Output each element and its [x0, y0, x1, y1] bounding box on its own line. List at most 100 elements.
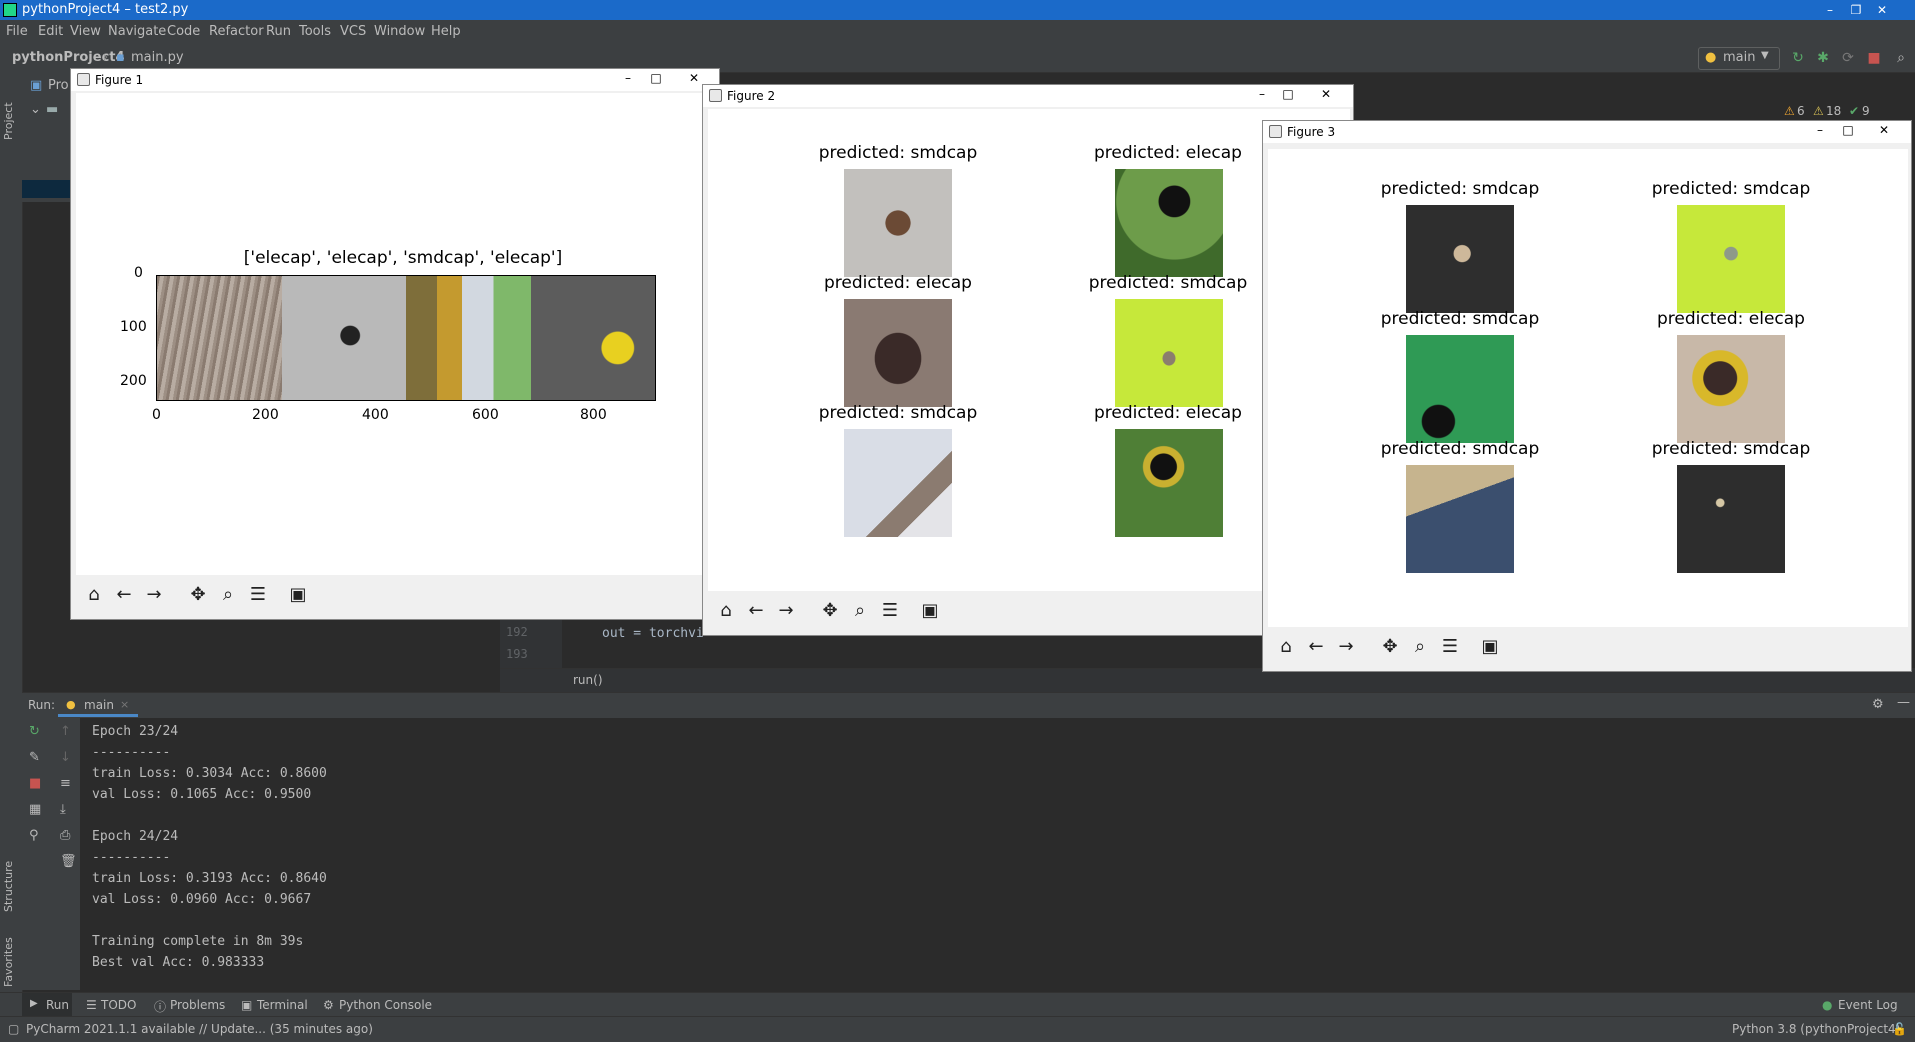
warning-count: 6 [1797, 104, 1805, 118]
stop-icon[interactable]: ■ [1866, 50, 1882, 66]
close-icon[interactable]: ✕ [1869, 0, 1895, 20]
figure-3-titlebar[interactable]: Figure 3 – □ ✕ [1263, 121, 1911, 143]
hide-icon[interactable]: — [1897, 695, 1910, 710]
figure-1-canvas[interactable]: ['elecap', 'elecap', 'smdcap', 'elecap']… [76, 93, 716, 575]
layout-icon[interactable]: ▦ [29, 802, 41, 817]
gear-icon[interactable]: ⚙ [1872, 697, 1884, 712]
menu-view[interactable]: View [70, 24, 101, 39]
scroll-to-end-icon[interactable]: ⤓ [60, 802, 66, 817]
maximize-icon[interactable]: □ [1837, 123, 1859, 141]
menu-vcs[interactable]: VCS [340, 24, 366, 39]
chevron-down-icon[interactable]: ⌄ [30, 102, 41, 117]
pan-icon[interactable]: ✥ [1378, 635, 1402, 659]
back-icon[interactable]: ← [1304, 635, 1328, 659]
figure-1-titlebar[interactable]: Figure 1 – □ ✕ [71, 69, 719, 91]
menu-tools[interactable]: Tools [299, 24, 331, 39]
configure-subplots-icon[interactable]: ☰ [878, 599, 902, 623]
close-icon[interactable]: ✕ [1315, 87, 1337, 105]
forward-icon[interactable]: → [142, 583, 166, 607]
rerun-icon[interactable]: ↻ [29, 724, 40, 739]
code-line[interactable]: out = torchvi [602, 626, 704, 641]
window-title: pythonProject4 – test2.py [22, 2, 189, 17]
status-layout-icon[interactable]: ▢ [8, 1022, 19, 1036]
rerun-icon[interactable]: ↻ [1790, 50, 1806, 66]
console-output[interactable]: Epoch 23/24 ---------- train Loss: 0.303… [80, 718, 1915, 990]
search-icon[interactable]: ⌕ [1893, 50, 1909, 66]
figure-2-toolbar: ⌂ ← → ✥ ⌕ ☰ ▣ [708, 591, 1350, 631]
check-icon[interactable]: ✔ [1849, 104, 1859, 118]
arrow-down-icon[interactable]: ↓ [60, 750, 71, 765]
chevron-down-icon: ▼ [1761, 50, 1769, 61]
project-panel-title[interactable]: Pro [48, 78, 69, 93]
tab-todo[interactable]: TODO [101, 998, 136, 1012]
print-icon[interactable]: ⎙ [60, 828, 70, 843]
zoom-icon[interactable]: ⌕ [216, 583, 240, 607]
arrow-up-icon[interactable]: ↑ [60, 724, 71, 739]
maximize-icon[interactable]: □ [645, 71, 667, 89]
figure-2-canvas[interactable]: predicted: smdcap predicted: elecap pred… [708, 109, 1350, 591]
minimize-icon[interactable]: – [1817, 0, 1843, 20]
close-icon[interactable]: × [120, 698, 129, 711]
save-icon[interactable]: ▣ [1478, 635, 1502, 659]
configure-subplots-icon[interactable]: ☰ [246, 583, 270, 607]
soft-wrap-icon[interactable]: ≡ [60, 776, 71, 791]
back-icon[interactable]: ← [744, 599, 768, 623]
menu-refactor[interactable]: Refactor [209, 24, 264, 39]
minimize-icon[interactable]: – [617, 71, 639, 89]
restore-icon[interactable]: ❐ [1843, 0, 1869, 20]
tab-event-log[interactable]: Event Log [1838, 998, 1898, 1012]
save-icon[interactable]: ▣ [286, 583, 310, 607]
minimize-icon[interactable]: – [1809, 123, 1831, 141]
project-tool-tab[interactable]: Project [2, 80, 18, 140]
status-message[interactable]: PyCharm 2021.1.1 available // Update... … [26, 1022, 373, 1036]
tab-run[interactable]: ▶ Run [22, 993, 72, 1017]
x-tick-label: 800 [580, 407, 607, 423]
pin-icon[interactable]: ⚲ [29, 828, 39, 843]
structure-tool-tab[interactable]: Structure [2, 832, 18, 912]
debug-icon[interactable]: ✱ [1815, 50, 1831, 66]
back-icon[interactable]: ← [112, 583, 136, 607]
menu-window[interactable]: Window [374, 24, 425, 39]
home-icon[interactable]: ⌂ [714, 599, 738, 623]
wrench-icon[interactable]: ✎ [29, 750, 40, 765]
tab-terminal[interactable]: Terminal [257, 998, 308, 1012]
figure-3-canvas[interactable]: predicted: smdcap predicted: smdcap pred… [1268, 149, 1908, 627]
editor-breadcrumb[interactable]: run() [573, 673, 603, 687]
configure-subplots-icon[interactable]: ☰ [1438, 635, 1462, 659]
tab-python-console[interactable]: Python Console [339, 998, 432, 1012]
home-icon[interactable]: ⌂ [82, 583, 106, 607]
zoom-icon[interactable]: ⌕ [1408, 635, 1432, 659]
trash-icon[interactable]: 🗑 [60, 854, 77, 869]
menu-code[interactable]: Code [167, 24, 200, 39]
coverage-icon[interactable]: ⟳ [1840, 50, 1856, 66]
forward-icon[interactable]: → [1334, 635, 1358, 659]
lock-icon[interactable]: 🔓 [1892, 1022, 1907, 1036]
run-config-select[interactable]: ● main ▼ [1698, 47, 1780, 70]
save-icon[interactable]: ▣ [918, 599, 942, 623]
breadcrumb-file[interactable]: main.py [131, 50, 184, 65]
menu-run[interactable]: Run [266, 24, 291, 39]
zoom-icon[interactable]: ⌕ [848, 599, 872, 623]
forward-icon[interactable]: → [774, 599, 798, 623]
warning-icon[interactable]: ⚠ [1784, 104, 1795, 118]
tab-problems[interactable]: Problems [170, 998, 225, 1012]
menu-navigate[interactable]: Navigate [108, 24, 166, 39]
home-icon[interactable]: ⌂ [1274, 635, 1298, 659]
favorites-tool-tab[interactable]: Favorites [2, 917, 18, 987]
menu-bar: File Edit View Navigate Code Refactor Ru… [0, 20, 1915, 44]
maximize-icon[interactable]: □ [1277, 87, 1299, 105]
console-line: train Loss: 0.3034 Acc: 0.8600 [92, 766, 327, 781]
run-tab-main[interactable]: ● main × [58, 693, 138, 717]
minimize-icon[interactable]: – [1251, 87, 1273, 105]
menu-help[interactable]: Help [431, 24, 461, 39]
interpreter-status[interactable]: Python 3.8 (pythonProject4) [1732, 1022, 1900, 1036]
selected-tree-row[interactable] [22, 180, 72, 198]
pan-icon[interactable]: ✥ [186, 583, 210, 607]
figure-2-titlebar[interactable]: Figure 2 – □ ✕ [703, 85, 1353, 107]
close-icon[interactable]: ✕ [1873, 123, 1895, 141]
menu-file[interactable]: File [6, 24, 28, 39]
pan-icon[interactable]: ✥ [818, 599, 842, 623]
weak-warning-icon[interactable]: ⚠ [1813, 104, 1824, 118]
menu-edit[interactable]: Edit [38, 24, 63, 39]
stop-icon[interactable]: ■ [29, 776, 41, 791]
